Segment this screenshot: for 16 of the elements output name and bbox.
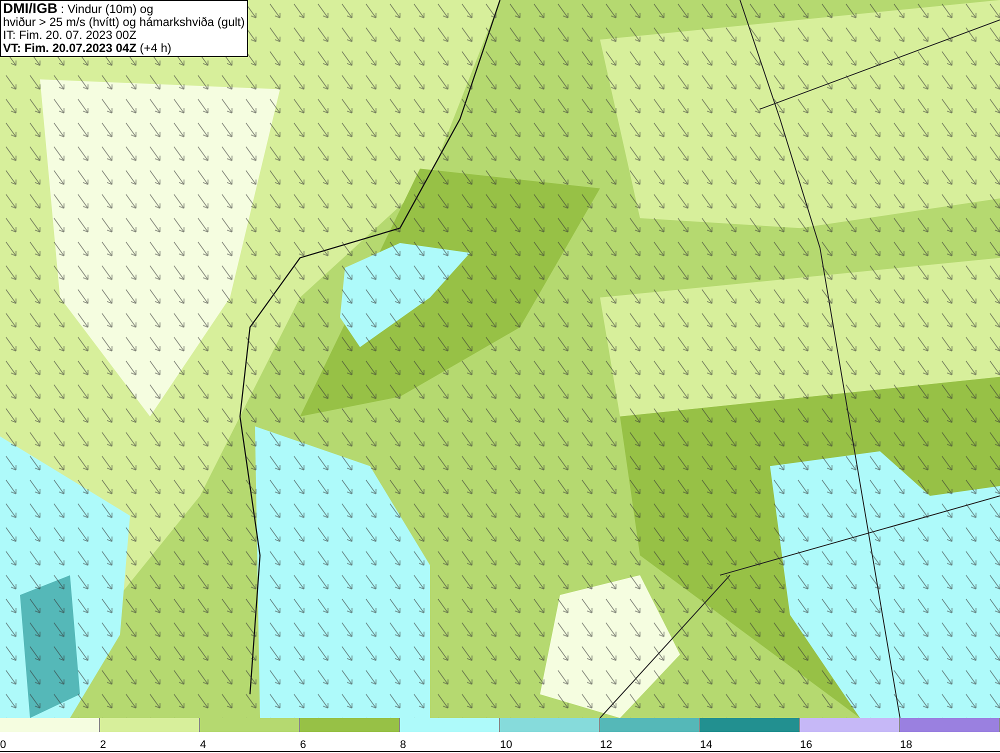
legend-label: 14 <box>700 739 712 751</box>
legend-label: 16 <box>800 739 812 751</box>
offset-text: (+4 h) <box>138 41 172 55</box>
legend-label: 2 <box>100 739 106 751</box>
source-label: DMI/IGB <box>3 0 58 16</box>
legend-label: 12 <box>600 739 612 751</box>
legend-label: 18 <box>900 739 912 751</box>
legend-label: 8 <box>400 739 406 751</box>
description-text: hviður > 25 m/s (hvítt) og hámarkshviða (gult) <box>3 16 245 29</box>
legend-label: 0 <box>0 739 6 751</box>
legend-label: 6 <box>300 739 306 751</box>
subject-text: : Vindur (10m) og <box>60 2 154 16</box>
valid-time-text: VT: Fim. 20.07.2023 04Z <box>3 41 136 55</box>
legend-label: 4 <box>200 739 206 751</box>
init-time-text: IT: Fim. 20. 07. 2023 00Z <box>3 29 138 42</box>
legend-label: 10 <box>500 739 512 751</box>
